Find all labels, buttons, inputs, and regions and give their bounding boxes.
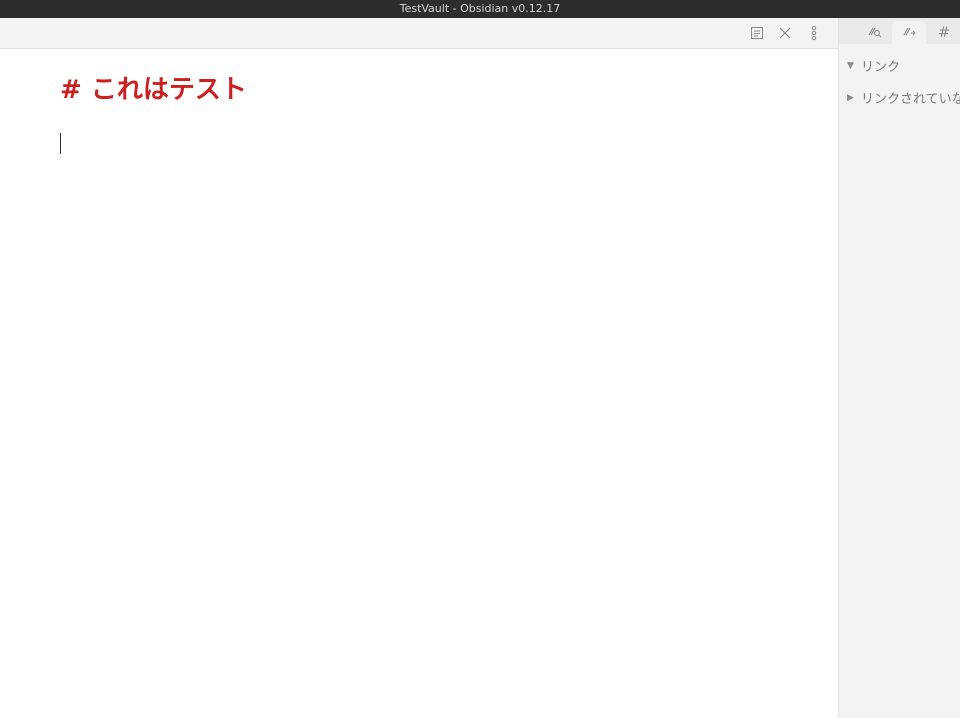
editor-header [0, 18, 838, 49]
tab-outgoing-links[interactable] [892, 21, 926, 44]
editor-heading-line[interactable]: # これはテスト [60, 69, 247, 106]
editor-content[interactable]: # これはテスト [0, 49, 838, 718]
tab-backlinks[interactable] [857, 21, 891, 44]
outgoing-links-icon [901, 24, 917, 42]
preview-toggle-button[interactable] [748, 24, 766, 42]
tab-tags[interactable]: # [927, 21, 960, 44]
title-bar: TestVault - Obsidian v0.12.17 [0, 0, 960, 18]
more-options-icon [810, 25, 818, 41]
chevron-right-icon: ▶ [847, 92, 854, 103]
right-sidebar: # ▼ リンク ▶ リンクされていない [838, 18, 960, 718]
more-options-button[interactable] [805, 24, 823, 42]
close-pane-button[interactable] [776, 24, 794, 42]
sidebar-section-unlinked[interactable]: ▶ リンクされていない [847, 88, 960, 107]
sidebar-section-links[interactable]: ▼ リンク [847, 56, 900, 75]
sidebar-section-label: リンクされていない [861, 92, 960, 107]
text-cursor [60, 133, 61, 154]
chevron-down-icon: ▼ [847, 60, 854, 71]
editor-pane: # これはテスト [0, 18, 838, 718]
hash-icon: # [938, 24, 950, 41]
window-title: TestVault - Obsidian v0.12.17 [399, 2, 561, 15]
app-window: TestVault - Obsidian v0.12.17 # これはテスト #… [0, 0, 960, 718]
sidebar-tab-bar: # [839, 18, 960, 44]
backlinks-icon [866, 24, 882, 42]
book-preview-icon [750, 26, 764, 40]
close-icon [778, 26, 792, 40]
sidebar-section-label: リンク [861, 60, 901, 75]
